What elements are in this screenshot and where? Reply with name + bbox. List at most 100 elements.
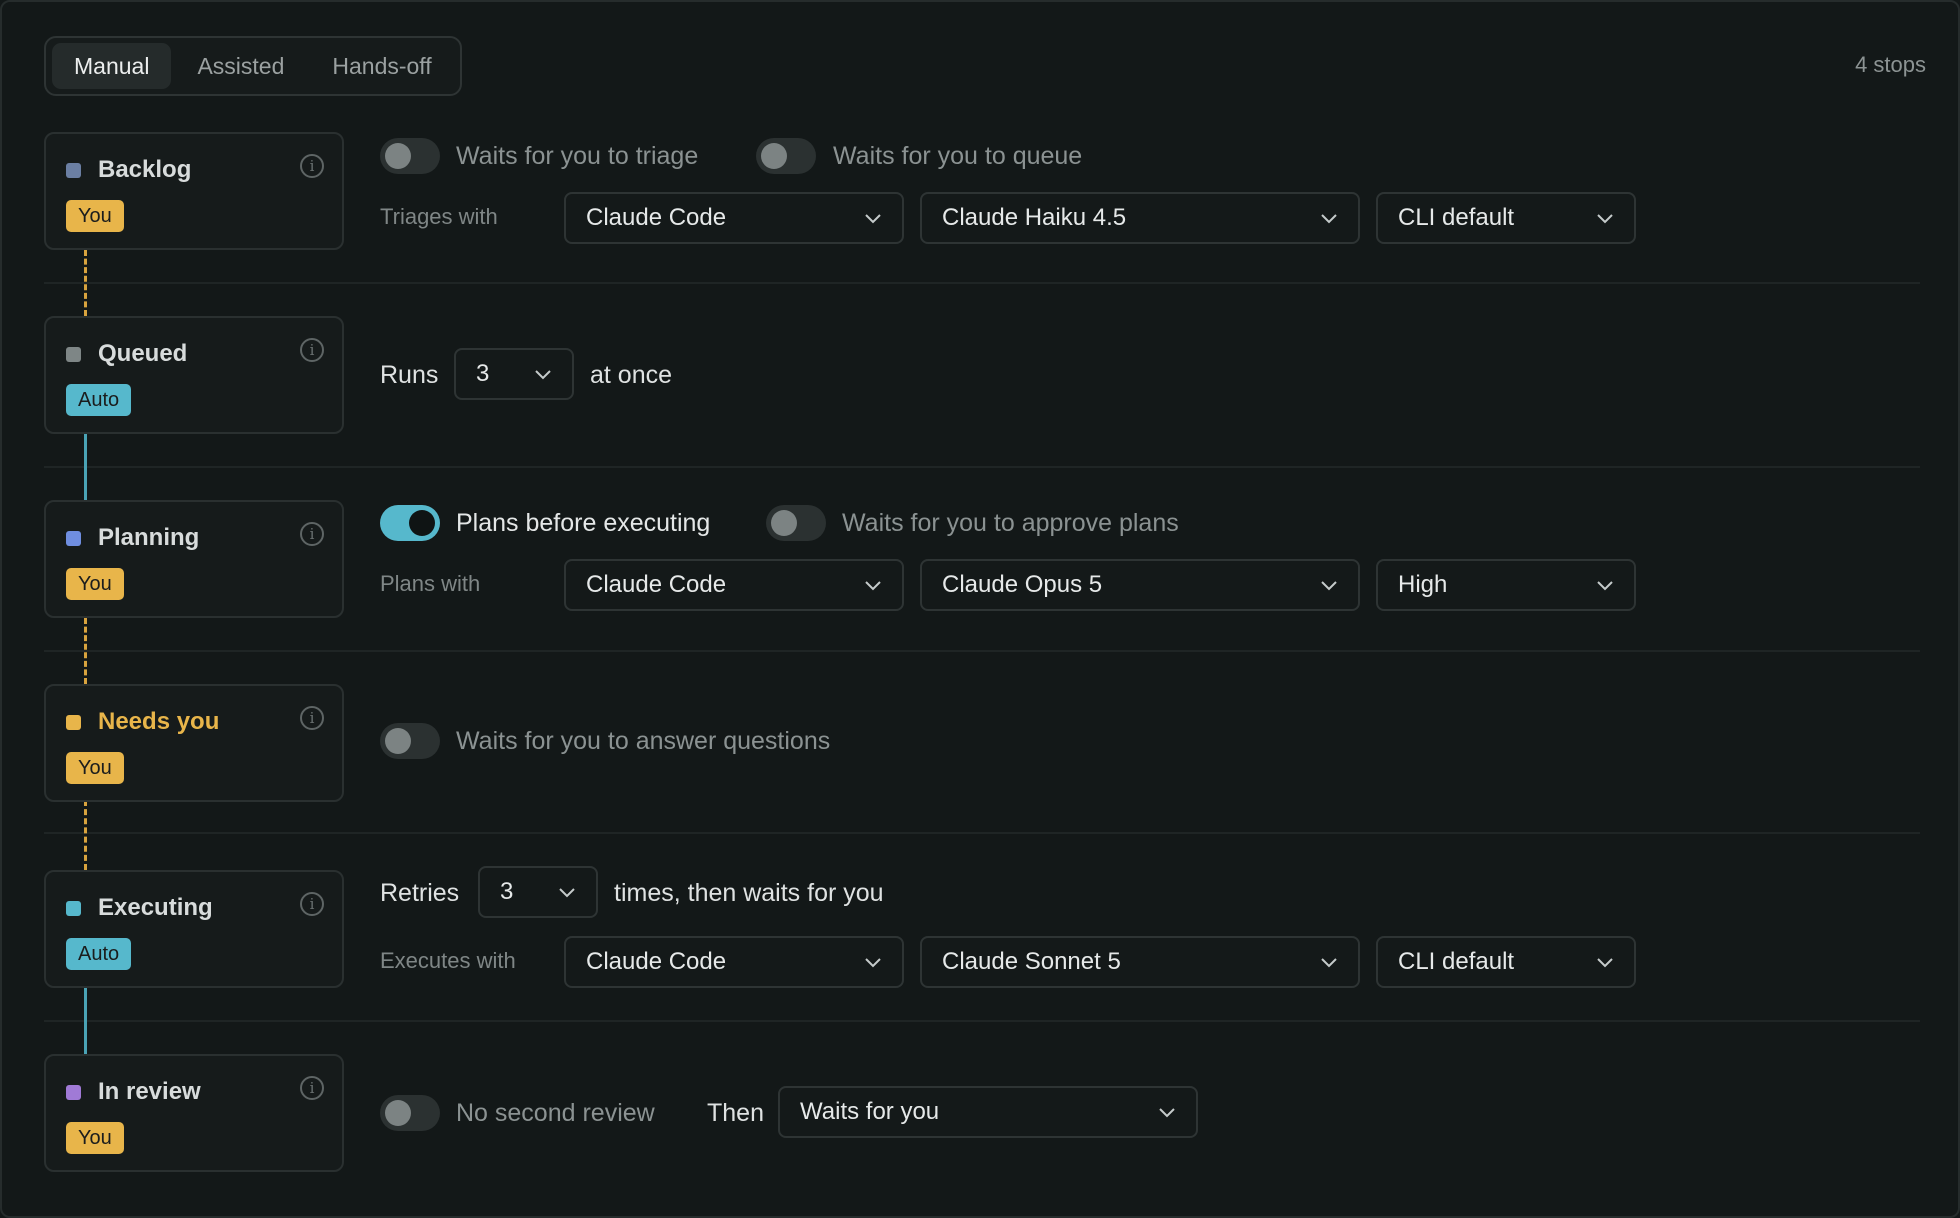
plan-model-select[interactable]: Claude Opus 5	[920, 559, 1360, 611]
chevron-down-icon	[535, 370, 551, 380]
info-icon[interactable]: i	[300, 154, 324, 178]
toggle-wait-queue[interactable]	[756, 138, 816, 174]
retries-label: Retries	[380, 879, 460, 907]
row-divider	[44, 650, 1920, 652]
exec-effort-select[interactable]: CLI default	[1376, 936, 1636, 988]
stage-color-dot	[66, 901, 81, 916]
chevron-down-icon	[865, 958, 881, 968]
stage-color-dot	[66, 163, 81, 178]
runs-label: Runs	[380, 361, 439, 389]
stage-badge: You	[66, 568, 124, 600]
select-value: Claude Opus 5	[942, 571, 1103, 598]
stage-card-executing[interactable]: Executing i Auto	[44, 870, 344, 988]
select-value: Waits for you	[800, 1098, 940, 1125]
retries-select[interactable]: 3	[478, 866, 598, 918]
stage-card-needs-you[interactable]: Needs you i You	[44, 684, 344, 802]
stage-badge: You	[66, 200, 124, 232]
triages-with-label: Triages with	[380, 204, 498, 229]
toggle-second-review[interactable]	[380, 1095, 440, 1131]
select-value: CLI default	[1398, 204, 1515, 231]
select-value: Claude Code	[586, 571, 727, 598]
stage-name: Needs you	[98, 708, 220, 735]
exec-model-select[interactable]: Claude Sonnet 5	[920, 936, 1360, 988]
toggle-answer-questions[interactable]	[380, 723, 440, 759]
toggle-answer-label: Waits for you to answer questions	[456, 727, 831, 755]
chevron-down-icon	[1597, 581, 1613, 591]
stage-color-dot	[66, 715, 81, 730]
triage-effort-select[interactable]: CLI default	[1376, 192, 1636, 244]
stage-name: Queued	[98, 340, 188, 367]
info-icon[interactable]: i	[300, 706, 324, 730]
stage-name: Planning	[98, 524, 200, 551]
stage-card-planning[interactable]: Planning i You	[44, 500, 344, 618]
toggle-approve-label: Waits for you to approve plans	[842, 509, 1179, 537]
then-label: Then	[707, 1099, 764, 1127]
stops-count: 4 stops	[1855, 52, 1926, 77]
plan-tool-select[interactable]: Claude Code	[564, 559, 904, 611]
toggle-approve-plans[interactable]	[766, 505, 826, 541]
select-value: CLI default	[1398, 948, 1515, 975]
info-icon[interactable]: i	[300, 338, 324, 362]
triage-model-select[interactable]: Claude Haiku 4.5	[920, 192, 1360, 244]
toggle-plans-label: Plans before executing	[456, 509, 711, 537]
stage-name: Backlog	[98, 156, 192, 183]
retries-suffix: times, then waits for you	[614, 879, 884, 907]
connector-manual	[84, 800, 87, 870]
select-value: Claude Code	[586, 948, 727, 975]
toggle-plans-before-executing[interactable]	[380, 505, 440, 541]
connector-manual	[84, 250, 87, 316]
chevron-down-icon	[1597, 214, 1613, 224]
plan-effort-select[interactable]: High	[1376, 559, 1636, 611]
stage-name: Executing	[98, 894, 213, 921]
tab-manual[interactable]: Manual	[52, 43, 172, 89]
then-select[interactable]: Waits for you	[778, 1086, 1198, 1138]
toggle-wait-queue-label: Waits for you to queue	[833, 142, 1083, 170]
stage-card-queued[interactable]: Queued i Auto	[44, 316, 344, 434]
toggle-knob	[771, 510, 797, 536]
plans-with-label: Plans with	[380, 571, 481, 596]
toggle-knob	[385, 143, 411, 169]
at-once-label: at once	[590, 361, 673, 389]
toggle-knob	[761, 143, 787, 169]
info-icon[interactable]: i	[300, 1076, 324, 1100]
chevron-down-icon	[865, 581, 881, 591]
connector-manual	[84, 618, 87, 684]
toggle-review-label: No second review	[456, 1099, 655, 1127]
stage-badge: Auto	[66, 938, 132, 970]
tab-assisted[interactable]: Assisted	[175, 43, 306, 89]
chevron-down-icon	[1321, 958, 1337, 968]
tab-hands-off[interactable]: Hands-off	[310, 43, 453, 89]
chevron-down-icon	[1321, 214, 1337, 224]
row-divider	[44, 1020, 1920, 1022]
chevron-down-icon	[865, 214, 881, 224]
row-divider	[44, 282, 1920, 284]
chevron-down-icon	[1321, 581, 1337, 591]
stage-badge: You	[66, 752, 124, 784]
select-value: Claude Code	[586, 204, 727, 231]
select-value: Claude Haiku 4.5	[942, 204, 1127, 231]
chevron-down-icon	[1597, 958, 1613, 968]
toggle-knob	[409, 510, 435, 536]
connector-auto	[84, 434, 87, 500]
concurrency-select[interactable]: 3	[454, 348, 574, 400]
select-value: 3	[476, 360, 490, 387]
row-divider	[44, 466, 1920, 468]
workflow-panel: Manual Assisted Hands-off 4 stops Backlo…	[0, 0, 1960, 1218]
stage-card-backlog[interactable]: Backlog i You	[44, 132, 344, 250]
toggle-wait-triage[interactable]	[380, 138, 440, 174]
toggle-wait-triage-label: Waits for you to triage	[456, 142, 699, 170]
info-icon[interactable]: i	[300, 892, 324, 916]
row-divider	[44, 832, 1920, 834]
info-icon[interactable]: i	[300, 522, 324, 546]
stage-color-dot	[66, 347, 81, 362]
toggle-knob	[385, 728, 411, 754]
connector-auto	[84, 986, 87, 1056]
stage-color-dot	[66, 1085, 81, 1100]
exec-tool-select[interactable]: Claude Code	[564, 936, 904, 988]
chevron-down-icon	[559, 888, 575, 898]
select-value: 3	[500, 878, 514, 905]
chevron-down-icon	[1159, 1108, 1175, 1118]
stage-card-in-review[interactable]: In review i You	[44, 1054, 344, 1172]
triage-tool-select[interactable]: Claude Code	[564, 192, 904, 244]
toggle-knob	[385, 1100, 411, 1126]
